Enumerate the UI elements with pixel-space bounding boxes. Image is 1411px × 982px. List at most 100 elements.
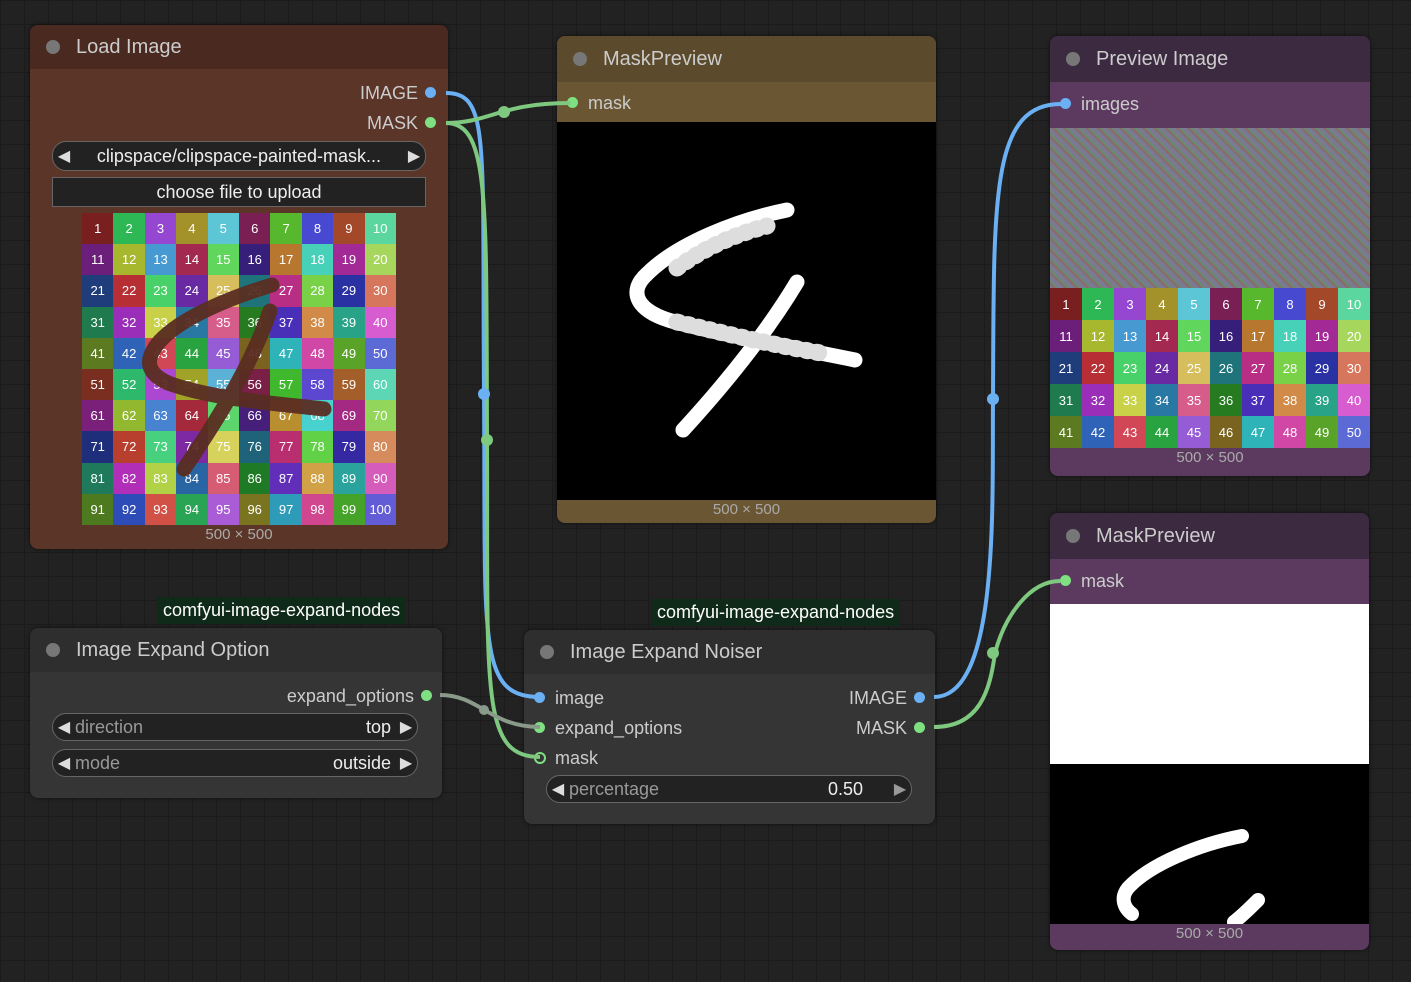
node-title: MaskPreview <box>1096 524 1215 547</box>
image-file-combo[interactable]: ◀ clipspace/clipspace-painted-mask... ▶ <box>52 141 426 171</box>
grid-cell: 34 <box>1146 384 1178 416</box>
node-header[interactable]: Image Expand Option <box>30 628 442 672</box>
arrow-right-icon[interactable]: ▶ <box>403 146 425 166</box>
input-mask-slot[interactable]: mask <box>567 92 631 114</box>
slot-label: IMAGE <box>359 83 418 103</box>
input-pin-icon[interactable] <box>567 97 578 108</box>
wire-image-to-noiser <box>445 91 541 699</box>
node-title: MaskPreview <box>603 47 722 70</box>
output-pin-icon[interactable] <box>425 117 436 128</box>
grid-cell: 41 <box>1050 416 1082 448</box>
node-header[interactable]: Image Expand Noiser <box>524 630 935 674</box>
mask-preview-header[interactable]: MaskPreview <box>1050 513 1369 559</box>
grid-cell: 30 <box>1338 352 1370 384</box>
arrow-right-icon[interactable]: ▶ <box>395 717 417 737</box>
input-mask-slot[interactable]: mask <box>534 747 598 769</box>
collapse-dot-icon[interactable] <box>46 643 60 657</box>
image-expand-noiser-node[interactable]: Image Expand Noiser image expand_options… <box>524 630 935 824</box>
grid-cell: 27 <box>1242 352 1274 384</box>
combo-value: clipspace/clipspace-painted-mask... <box>96 145 382 166</box>
grid-cell: 31 <box>1050 384 1082 416</box>
output-pin-icon[interactable] <box>421 690 432 701</box>
input-images-slot[interactable]: images <box>1060 93 1139 115</box>
grid-cell: 11 <box>1050 320 1082 352</box>
widget-value: 0.50 <box>827 778 863 799</box>
grid-cell: 14 <box>1146 320 1178 352</box>
output-pin-icon[interactable] <box>425 87 436 98</box>
grid-cell: 17 <box>1242 320 1274 352</box>
preview-image-header[interactable]: Preview Image <box>1050 36 1370 82</box>
grid-cell: 45 <box>1178 416 1210 448</box>
grid-cell: 12 <box>1082 320 1114 352</box>
grid-cell: 50 <box>1338 416 1370 448</box>
grid-cell: 29 <box>1306 352 1338 384</box>
node-title: Load Image <box>76 35 182 58</box>
grid-cell: 28 <box>1274 352 1306 384</box>
collapse-dot-icon[interactable] <box>1066 52 1080 66</box>
input-pin-icon[interactable] <box>1060 575 1071 586</box>
grid-cell: 32 <box>1082 384 1114 416</box>
grid-cell: 24 <box>1146 352 1178 384</box>
wire-midpoint-dot <box>987 393 999 405</box>
arrow-left-icon[interactable]: ◀ <box>53 717 75 737</box>
grid-cell: 9 <box>1306 288 1338 320</box>
input-mask-slot[interactable]: mask <box>1060 570 1124 592</box>
grid-cell: 33 <box>1114 384 1146 416</box>
grid-cell: 37 <box>1242 384 1274 416</box>
upload-button[interactable]: choose file to upload <box>52 177 426 207</box>
arrow-left-icon[interactable]: ◀ <box>547 779 569 799</box>
output-pin-icon[interactable] <box>914 692 925 703</box>
preview-image-node[interactable]: Preview Image images 1 2 3 4 5 6 7 8 9 10 11 12 13 14… <box>1050 36 1370 476</box>
arrow-left-icon[interactable]: ◀ <box>53 753 75 773</box>
slot-label: mask <box>588 93 632 113</box>
input-pin-icon[interactable] <box>1060 98 1071 109</box>
input-pin-icon[interactable] <box>534 752 546 764</box>
output-pin-icon[interactable] <box>914 722 925 733</box>
collapse-dot-icon[interactable] <box>540 645 554 659</box>
output-expand-options-slot[interactable]: expand_options <box>287 685 432 707</box>
arrow-left-icon[interactable]: ◀ <box>53 146 75 166</box>
input-pin-icon[interactable] <box>534 722 545 733</box>
output-mask-slot[interactable]: MASK <box>367 112 436 134</box>
grid-cell: 35 <box>1178 384 1210 416</box>
slot-label: IMAGE <box>848 688 907 708</box>
widget-value: top <box>365 716 391 737</box>
collapse-dot-icon[interactable] <box>1066 529 1080 543</box>
grid-cell: 43 <box>1114 416 1146 448</box>
input-image-slot[interactable]: image <box>534 687 604 709</box>
grid-cell: 23 <box>1114 352 1146 384</box>
grid-cell: 40 <box>1338 384 1370 416</box>
grid-cell: 7 <box>1242 288 1274 320</box>
mask-preview-header[interactable]: MaskPreview <box>557 36 936 82</box>
grid-cell: 20 <box>1338 320 1370 352</box>
grid-cell: 19 <box>1306 320 1338 352</box>
input-expand-options-slot[interactable]: expand_options <box>534 717 682 739</box>
output-mask-slot[interactable]: MASK <box>856 717 925 739</box>
load-image-header[interactable]: Load Image <box>30 25 448 69</box>
grid-cell: 39 <box>1306 384 1338 416</box>
arrow-right-icon[interactable]: ▶ <box>395 753 417 773</box>
grid-cell: 46 <box>1210 416 1242 448</box>
collapse-dot-icon[interactable] <box>573 52 587 66</box>
grid-cell: 42 <box>1082 416 1114 448</box>
grid-cell: 8 <box>1274 288 1306 320</box>
grid-cell: 3 <box>1114 288 1146 320</box>
output-image-slot[interactable]: IMAGE <box>359 82 436 104</box>
image-size-label: 500 × 500 <box>205 526 273 543</box>
arrow-right-icon[interactable]: ▶ <box>889 779 911 799</box>
output-image-slot[interactable]: IMAGE <box>848 687 925 709</box>
wire-noiser-mask-to-preview <box>933 579 1061 729</box>
grid-cell: 47 <box>1242 416 1274 448</box>
slot-label: expand_options <box>555 718 683 738</box>
image-expand-option-node[interactable]: Image Expand Option expand_options ◀ dir… <box>30 628 442 798</box>
mask-preview-node-2[interactable]: MaskPreview mask 500 × 500 <box>1050 513 1369 950</box>
direction-combo[interactable]: ◀ direction top ▶ <box>52 713 418 741</box>
mask-preview-node[interactable]: MaskPreview mask 500 × 500 <box>557 36 936 523</box>
collapse-dot-icon[interactable] <box>46 40 60 54</box>
slot-label: mask <box>555 748 599 768</box>
percentage-slider[interactable]: ◀ percentage 0.50 ▶ <box>546 775 912 803</box>
input-pin-icon[interactable] <box>534 692 545 703</box>
mode-combo[interactable]: ◀ mode outside ▶ <box>52 749 418 777</box>
wire-midpoint-dot <box>479 705 489 715</box>
load-image-node[interactable]: Load Image IMAGE MASK ◀ clipspace/clipsp… <box>30 25 448 549</box>
